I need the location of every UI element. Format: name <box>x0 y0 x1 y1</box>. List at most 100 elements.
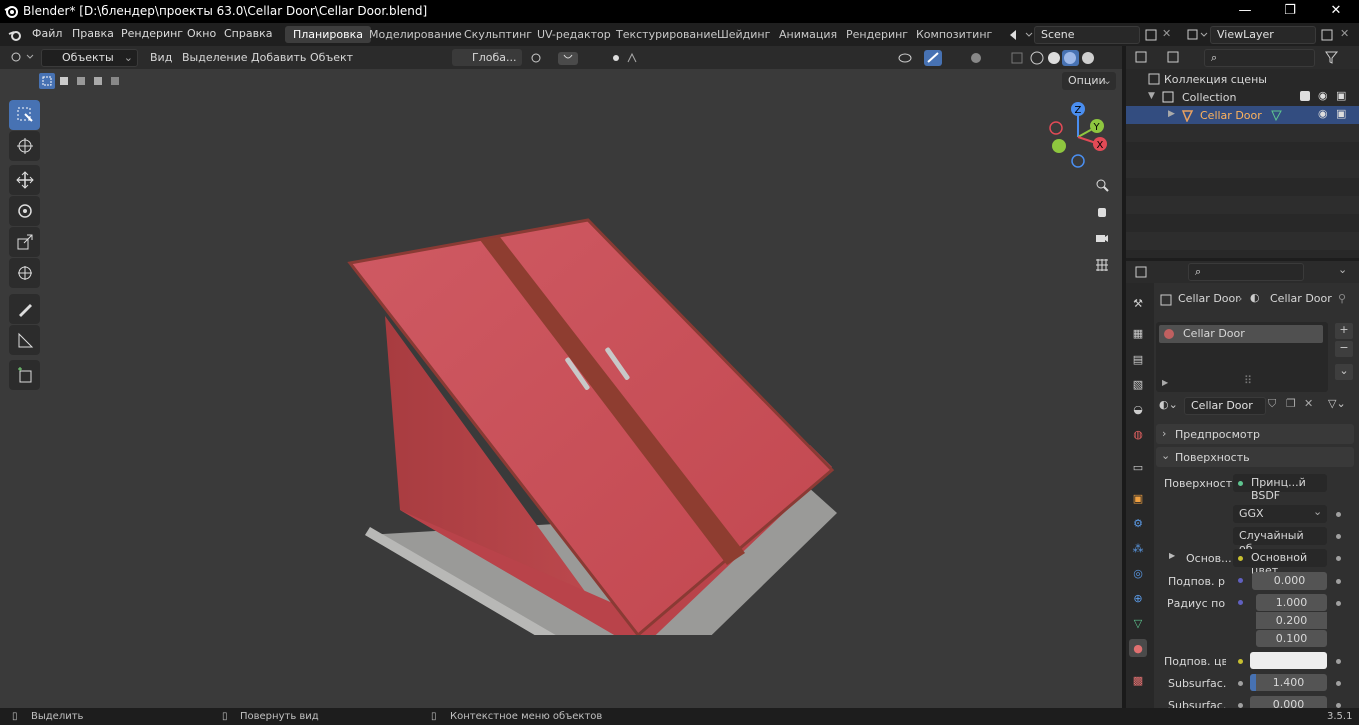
view-layer-field[interactable]: ViewLayer <box>1210 26 1316 44</box>
keyframe-dot-icon[interactable] <box>1336 659 1341 664</box>
rotate-tool[interactable] <box>9 196 40 226</box>
texture-tab[interactable]: ▩ <box>1129 671 1147 689</box>
tab-compositing[interactable]: Композитинг <box>908 26 1000 43</box>
keyframe-dot-icon[interactable] <box>1336 681 1341 686</box>
mesh-data-icon[interactable] <box>1270 109 1283 122</box>
radius-z-field[interactable]: 0.100 <box>1256 630 1327 647</box>
tab-modeling[interactable]: Моделирование <box>361 26 470 43</box>
tab-layout[interactable]: Планировка <box>285 26 371 43</box>
keyframe-dot-icon[interactable] <box>1336 534 1341 539</box>
tab-rendering[interactable]: Рендеринг <box>838 26 916 43</box>
constraints-tab[interactable]: ⊕ <box>1129 589 1147 607</box>
outliner-row[interactable]: Коллекция сцены <box>1126 70 1359 88</box>
add-slot-button[interactable]: + <box>1335 323 1353 339</box>
menu-help[interactable]: Справка <box>224 27 272 40</box>
surface-panel-header[interactable]: ⌄ Поверхность <box>1156 447 1354 467</box>
subsurface-color-swatch[interactable] <box>1250 652 1327 669</box>
view-layer-icon[interactable] <box>1186 28 1210 42</box>
eye-icon[interactable]: ◉ <box>1318 107 1328 120</box>
annotate-tool[interactable] <box>9 294 40 324</box>
zoom-button[interactable] <box>1090 173 1114 197</box>
minimize-button[interactable]: — <box>1222 0 1268 23</box>
expand-icon[interactable]: ▶ <box>1168 109 1175 119</box>
camera-view-button[interactable] <box>1090 225 1114 249</box>
menu-select[interactable]: Выделение <box>182 49 248 66</box>
scene-tab[interactable]: ◒ <box>1129 400 1147 418</box>
chevron-down-icon[interactable]: ⌄ <box>1338 263 1347 276</box>
modifiers-tab[interactable]: ⚙ <box>1129 514 1147 532</box>
menu-file[interactable]: Файл <box>32 27 62 40</box>
tab-sculpting[interactable]: Скульптинг <box>456 26 540 43</box>
collection-tab[interactable]: ▭ <box>1129 458 1147 476</box>
cursor-tool[interactable] <box>9 131 40 161</box>
3d-viewport[interactable]: Z Y X Опции ⌄ <box>0 69 1122 708</box>
scene-name-field[interactable]: Scene <box>1034 26 1140 44</box>
subsurface-value-field[interactable]: 0.000 <box>1252 572 1327 590</box>
menu-object[interactable]: Объект <box>310 49 353 66</box>
expand-icon[interactable]: ▼ <box>1148 91 1155 101</box>
tool-tab[interactable]: ⚒ <box>1129 294 1147 312</box>
keyframe-dot-icon[interactable] <box>1336 601 1341 606</box>
close-window-button[interactable]: ✕ <box>1313 0 1359 23</box>
fake-user-icon[interactable]: ⛉ <box>1268 397 1276 411</box>
data-tab[interactable]: ▽ <box>1129 614 1147 632</box>
eye-icon[interactable]: ◉ <box>1318 89 1328 102</box>
duplicate-icon[interactable]: ❐ <box>1286 397 1296 410</box>
world-tab[interactable]: ◍ <box>1129 425 1147 443</box>
resize-handle-icon[interactable]: ⠿ <box>1244 374 1252 387</box>
keyframe-dot-icon[interactable] <box>1336 579 1341 584</box>
menu-view[interactable]: Вид <box>150 49 172 66</box>
socket-icon[interactable] <box>1238 681 1243 686</box>
editor-type-icon[interactable] <box>9 50 37 65</box>
expand-icon[interactable]: ▶ <box>1169 551 1175 560</box>
material-browse-icon[interactable]: ◐⌄ <box>1159 398 1178 411</box>
filter-icon[interactable] <box>1324 50 1354 65</box>
menu-edit[interactable]: Правка <box>72 27 114 40</box>
options-dropdown[interactable]: Опции ⌄ <box>1062 72 1116 90</box>
add-cube-tool[interactable] <box>9 360 40 390</box>
remove-slot-button[interactable]: − <box>1335 341 1353 357</box>
properties-editor-icon[interactable] <box>1134 265 1158 279</box>
navigation-gizmo[interactable]: Z Y X <box>1046 101 1116 171</box>
new-scene-icon[interactable] <box>1144 28 1158 42</box>
socket-icon[interactable] <box>1238 578 1243 583</box>
physics-tab[interactable]: ◎ <box>1129 564 1147 582</box>
radius-y-field[interactable]: 0.200 <box>1256 612 1327 629</box>
distribution-dropdown[interactable]: GGX ⌄ <box>1233 505 1327 523</box>
particles-tab[interactable]: ⁂ <box>1129 539 1147 557</box>
tab-uv-editing[interactable]: UV-редактор <box>529 26 619 43</box>
select-mode-icons[interactable] <box>39 73 123 89</box>
viewport-overlay-controls[interactable] <box>896 49 1122 67</box>
maximize-button[interactable]: ❐ <box>1267 0 1313 23</box>
keyframe-dot-icon[interactable] <box>1336 512 1341 517</box>
output-tab[interactable]: ▤ <box>1129 350 1147 368</box>
scale-tool[interactable] <box>9 227 40 257</box>
scene-icon[interactable] <box>1008 27 1034 43</box>
surface-shader-field[interactable]: Принц...й BSDF <box>1233 474 1327 502</box>
render-tab[interactable]: ▦ <box>1129 324 1147 342</box>
pan-button[interactable] <box>1090 199 1114 223</box>
select-box-tool[interactable] <box>9 100 40 130</box>
cellar-door-model[interactable] <box>340 145 850 635</box>
material-name-field[interactable]: Cellar Door <box>1184 397 1266 415</box>
delete-view-layer-icon[interactable]: ✕ <box>1340 27 1349 40</box>
perspective-toggle-button[interactable] <box>1090 253 1114 277</box>
snap-tools-icons[interactable] <box>528 50 652 66</box>
menu-render[interactable]: Рендеринг <box>121 27 183 40</box>
tab-shading[interactable]: Шейдинг <box>709 26 778 43</box>
outliner-search[interactable]: ⌕ <box>1204 49 1315 67</box>
delete-scene-icon[interactable]: ✕ <box>1162 27 1171 40</box>
menu-window[interactable]: Окно <box>187 27 216 40</box>
object-tab[interactable]: ▣ <box>1129 489 1147 507</box>
measure-tool[interactable] <box>9 325 40 355</box>
pin-icon[interactable]: ⚲ <box>1338 292 1346 305</box>
outliner-editor-icons[interactable] <box>1134 50 1196 65</box>
subsurface-ior-field[interactable]: 1.400 <box>1250 674 1327 691</box>
base-color-link-field[interactable]: Основной цвет <box>1233 549 1327 577</box>
radius-x-field[interactable]: 1.000 <box>1256 594 1327 611</box>
camera-icon[interactable]: ▣ <box>1336 89 1346 102</box>
view-layer-tab[interactable]: ▧ <box>1129 375 1147 393</box>
outliner-row[interactable]: ▼ Collection ◉ ▣ <box>1126 88 1359 106</box>
outliner-row-selected[interactable]: ▶ Cellar Door ◉ ▣ <box>1126 106 1359 124</box>
expand-icon[interactable]: ▶ <box>1162 378 1168 387</box>
